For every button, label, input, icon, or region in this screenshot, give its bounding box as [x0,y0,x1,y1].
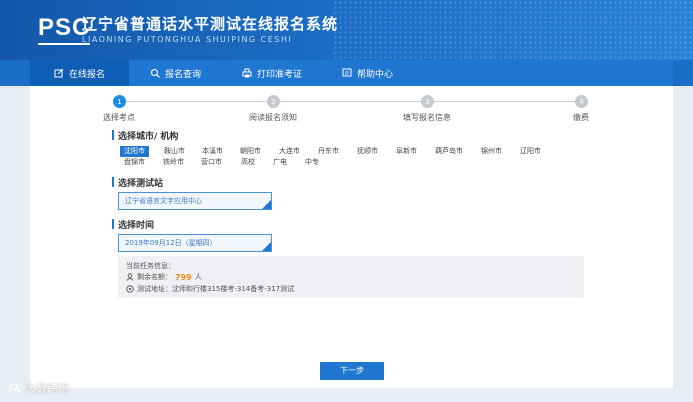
city-option[interactable]: 大连市 [279,146,300,157]
site-title: 辽宁省普通话水平测试在线报名系统 [82,15,339,33]
step-connector [280,101,421,102]
location-icon [126,285,134,293]
step-2-circle: 2 [267,95,280,108]
task-info-box: 当前任务信息： 剩余名额： 799 人 测试地址：沈师和行楼315楼考-314备… [118,256,584,298]
city-option[interactable]: 朝阳市 [240,146,261,157]
remain-value: 799 [175,272,192,282]
address-text: 测试地址：沈师和行楼315楼考-314备考-317测试 [137,285,295,293]
watermark-logo-icon [9,383,21,393]
step-1-circle: 1 [113,95,126,108]
step-1-label: 选择考点 [103,113,135,122]
dropdown-corner-icon [262,242,271,251]
city-option[interactable]: 葫芦岛市 [435,146,463,157]
nav-label: 在线报名 [69,69,106,80]
step-connector [126,101,267,102]
nav-item-apply-query[interactable]: 报名查询 [150,60,201,86]
city-option[interactable]: 铁岭市 [163,157,184,168]
address-line: 测试地址：沈师和行楼315楼考-314备考-317测试 [126,284,294,294]
city-option[interactable]: 丹东市 [318,146,339,157]
watermark-text: 大数跨境 [25,382,69,395]
watermark: 大数跨境 [8,380,69,396]
page: PSC 辽宁省普通话水平测试在线报名系统 LIAONING PUTONGHUA … [0,0,693,402]
printer-icon [242,68,252,78]
step-3-circle: 3 [421,95,434,108]
remain-unit: 人 [194,273,202,281]
time-section-title: 选择时间 [112,218,154,231]
nav-item-online-apply[interactable]: 在线报名 [30,60,130,86]
nav-bar: 在线报名 报名查询 打印准考证 帮助中心 [0,60,693,86]
city-option[interactable]: 高校 [241,157,255,168]
search-icon [150,68,160,78]
time-select-value: 2019年09月12日（星期四） [125,239,217,247]
dropdown-corner-icon [262,200,271,209]
nav-label: 帮助中心 [357,69,394,80]
help-icon [342,68,352,77]
city-option[interactable]: 沈阳市 [120,146,149,157]
city-option[interactable]: 抚顺市 [357,146,378,157]
city-option[interactable]: 锦州市 [481,146,502,157]
city-option[interactable]: 阜新市 [396,146,417,157]
user-icon [126,273,134,281]
edit-icon [54,68,64,78]
city-option[interactable]: 中专 [305,157,319,168]
content-card: 1 2 3 4 选择考点 阅读报名须知 填写报名信息 缴费 选择城市/ 机构 沈… [30,86,673,388]
nav-label: 报名查询 [165,69,202,80]
step-connector [434,101,575,102]
city-option[interactable]: 营口市 [201,157,222,168]
step-4-label: 缴费 [573,113,589,122]
step-2-label: 阅读报名须知 [249,113,297,122]
nav-label: 打印准考证 [257,69,303,80]
step-3-label: 填写报名信息 [403,113,451,122]
time-select[interactable]: 2019年09月12日（星期四） [118,234,272,252]
city-option[interactable]: 鞍山市 [164,146,185,157]
remain-label: 剩余名额： [137,273,172,281]
step-4-circle: 4 [575,95,588,108]
nav-item-help-center[interactable]: 帮助中心 [342,60,393,86]
city-option[interactable]: 盘锦市 [124,157,145,168]
city-option[interactable]: 本溪市 [202,146,223,157]
remain-quota-line: 剩余名额： 799 人 [126,272,202,282]
city-option[interactable]: 广电 [273,157,287,168]
nav-inner: 在线报名 报名查询 打印准考证 帮助中心 [30,60,673,86]
nav-item-print-ticket[interactable]: 打印准考证 [242,60,302,86]
site-subtitle: LIAONING PUTONGHUA SHUIPING CESHI [82,35,293,44]
city-section-title: 选择城市/ 机构 [112,129,178,142]
city-option[interactable]: 辽阳市 [520,146,541,157]
station-select[interactable]: 辽宁省语言文字应用中心 [118,192,272,210]
header: PSC 辽宁省普通话水平测试在线报名系统 LIAONING PUTONGHUA … [0,0,693,60]
station-section-title: 选择测试站 [112,176,163,189]
task-info-header: 当前任务信息： [126,262,175,270]
next-step-button[interactable]: 下一步 [320,362,384,380]
station-select-value: 辽宁省语言文字应用中心 [125,197,202,205]
